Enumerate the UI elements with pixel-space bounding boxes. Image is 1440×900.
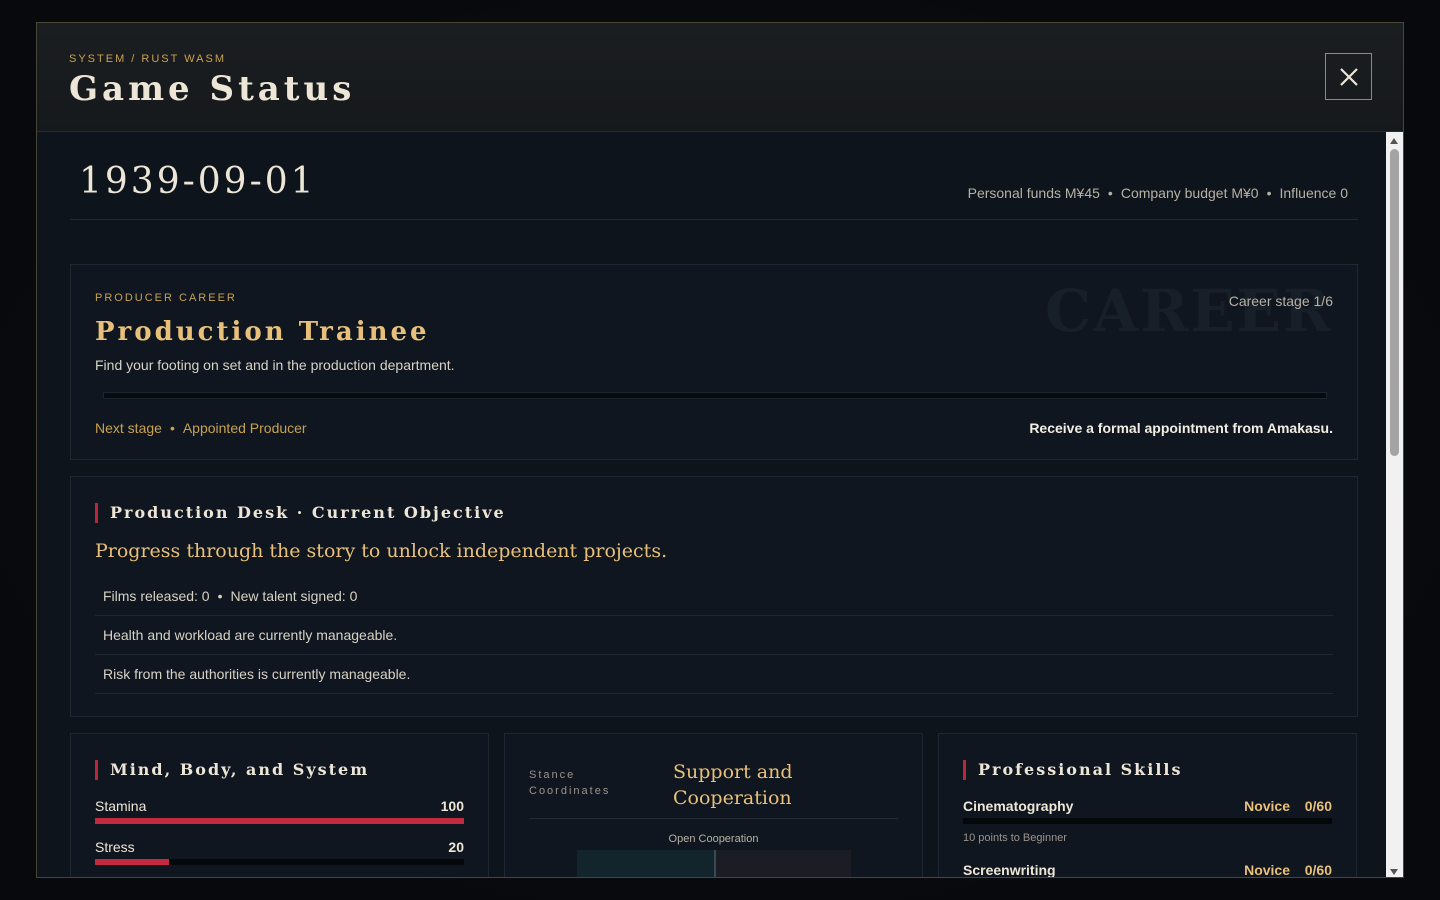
objective-card: Production Desk · Current Objective Prog… [70,476,1358,717]
stance-card: Stance Coordinates Support and Cooperati… [504,733,923,877]
stance-quadrant-right [714,850,851,877]
career-stage: Career stage 1/6 [1228,293,1333,309]
skills-heading: Professional Skills [963,760,1183,780]
close-button[interactable] [1325,53,1372,100]
separator: • [1266,185,1272,201]
risk-note: Risk from the authorities is currently m… [103,666,411,682]
skill-points: 0/60 [1304,798,1332,814]
game-status-modal: SYSTEM / RUST WASM Game Status 1939-09-0… [36,22,1404,878]
game-date: 1939-09-01 [79,161,317,202]
stat-value: 20 [448,839,464,855]
objective-heading: Production Desk · Current Objective [95,503,506,523]
mind-body-heading: Mind, Body, and System [95,760,369,780]
skill-hint: 10 points to Beginner [963,832,1067,844]
skill-points: 0/60 [1304,862,1332,878]
objective-text: Progress through the story to unlock ind… [95,540,668,562]
next-stage-label: Next stage [95,420,162,436]
scroll-thumb[interactable] [1390,149,1399,456]
scrollbar[interactable] [1386,132,1403,877]
stance-label: Stance Coordinates [529,769,611,797]
health-note-row: Health and workload are currently manage… [95,616,1333,655]
scroll-up-arrow-icon[interactable] [1390,138,1398,144]
skill-level: Novice [1244,798,1290,814]
career-watermark: CAREER [1045,277,1333,345]
skill-name: Screenwriting [963,862,1056,878]
stance-axis-line [714,850,716,877]
next-stage: Next stage • Appointed Producer [95,420,307,436]
skill-level: Novice [1244,862,1290,878]
next-stage-requirement: Receive a formal appointment from Amakas… [1029,420,1333,436]
stance-quadrant-left [577,850,714,877]
stat-bar-track [95,818,464,824]
skills-card: Professional Skills Cinematography Novice… [938,733,1357,878]
close-icon [1339,67,1358,86]
separator: • [169,420,175,436]
company-budget: Company budget M¥0 [1120,185,1259,201]
scroll-down-arrow-icon[interactable] [1390,869,1398,875]
stance-value: Support and Cooperation [673,761,793,809]
risk-note-row: Risk from the authorities is currently m… [95,655,1333,694]
stat-bar-fill [95,818,464,824]
influence: Influence 0 [1279,185,1349,201]
career-card: PRODUCER CAREER CAREER Production Traine… [70,264,1358,460]
divider [529,818,898,819]
separator: • [1107,185,1113,201]
stance-axis-label: Open Cooperation [668,833,759,845]
stat-bar-track [95,859,464,865]
career-progress-bar [103,392,1327,399]
breadcrumb: SYSTEM / RUST WASM [69,53,227,65]
health-note: Health and workload are currently manage… [103,627,398,643]
mind-body-card: Mind, Body, and System Stamina 100 Stress 2… [70,733,489,877]
stance-grid [577,850,851,877]
stat-value: 100 [440,798,464,814]
personal-funds: Personal funds M¥45 [967,185,1100,201]
skill-name: Cinematography [963,798,1074,814]
modal-header: SYSTEM / RUST WASM Game Status [37,23,1403,132]
divider [70,219,1358,220]
objective-counts-row: Films released: 0 • New talent signed: 0 [95,577,1333,616]
skill-bar-track [963,818,1332,824]
next-stage-title: Appointed Producer [182,420,307,436]
career-eyebrow: PRODUCER CAREER [95,292,237,304]
stat-label: Stress [95,839,135,855]
page-title: Game Status [69,69,356,109]
career-title: Production Trainee [95,317,430,347]
talent-signed: New talent signed: 0 [230,588,358,604]
separator: • [217,588,223,604]
status-scroll-area[interactable]: 1939-09-01 Personal funds M¥45 • Company… [37,132,1388,878]
films-released: Films released: 0 [103,588,210,604]
resources-summary: Personal funds M¥45 • Company budget M¥0… [968,185,1348,201]
career-description: Find your footing on set and in the prod… [95,357,455,373]
stat-bar-fill [95,859,169,865]
stat-label: Stamina [95,798,147,814]
